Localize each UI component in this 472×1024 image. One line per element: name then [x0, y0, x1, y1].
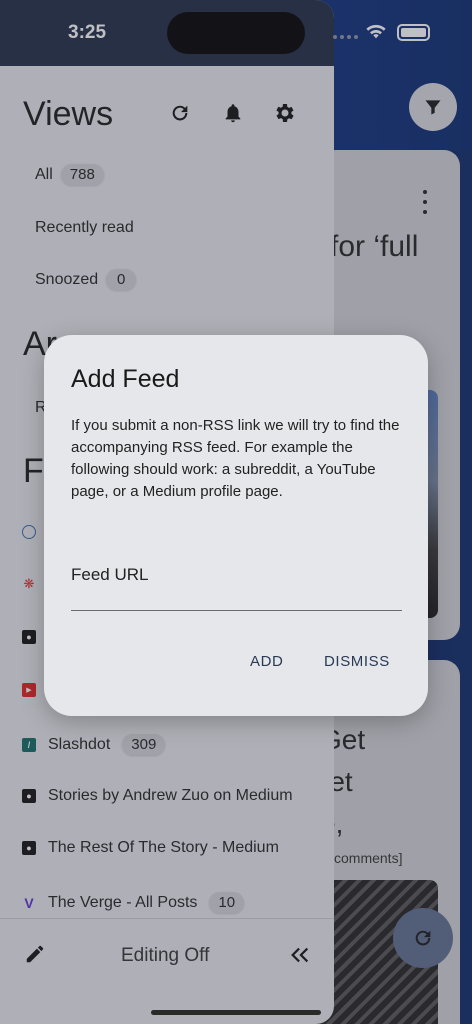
dialog-body: If you submit a non-RSS link we will try…: [71, 417, 400, 500]
dialog-title: Add Feed: [71, 365, 180, 393]
feed-url-label: Feed URL: [71, 565, 149, 584]
feed-url-input[interactable]: [71, 585, 402, 611]
home-indicator: [151, 1010, 321, 1015]
dismiss-button[interactable]: DISMISS: [324, 653, 390, 670]
add-feed-dialog: Add Feed If you submit a non-RSS link we…: [44, 335, 428, 716]
add-button[interactable]: ADD: [250, 653, 283, 670]
